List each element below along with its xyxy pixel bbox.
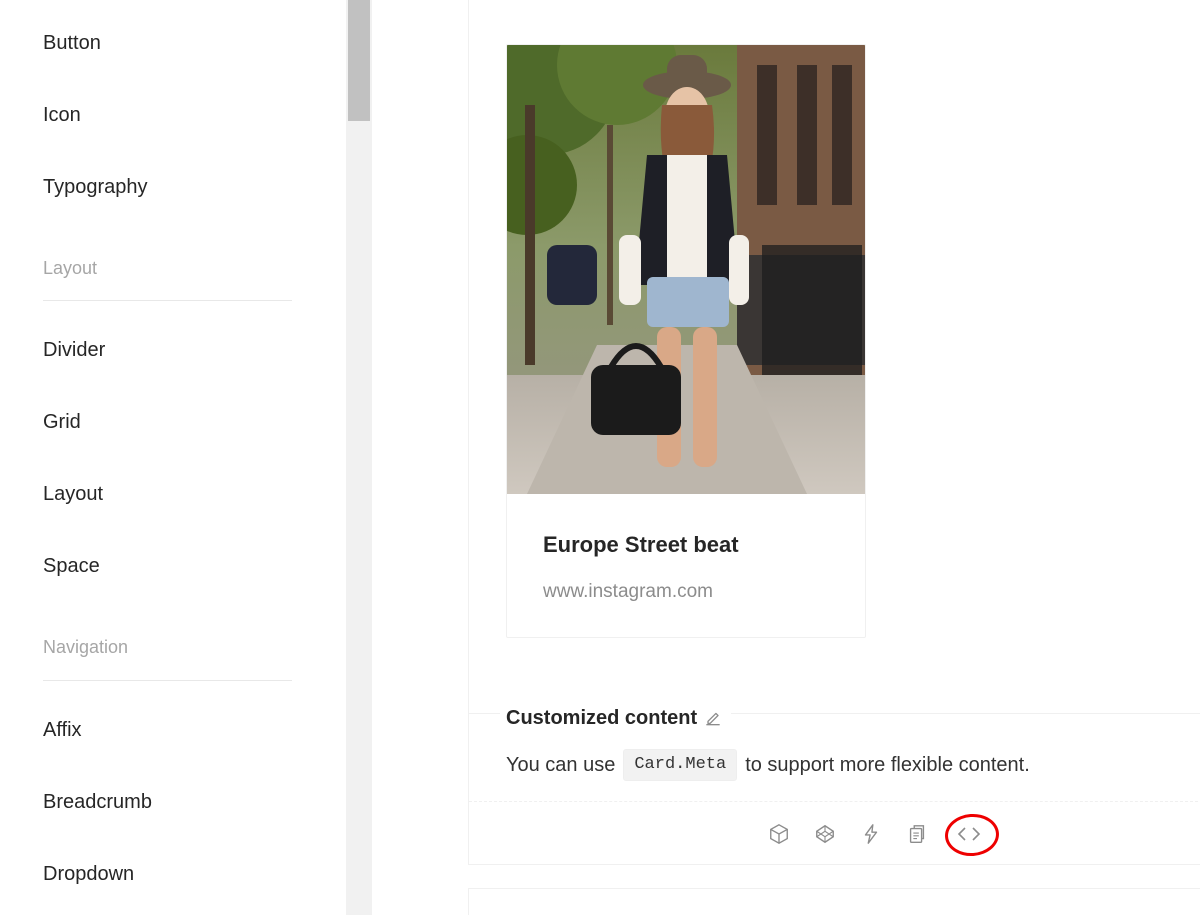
- group-divider: [43, 680, 292, 681]
- card-description: www.instagram.com: [543, 581, 713, 602]
- sidebar-item-button[interactable]: Button: [43, 31, 101, 55]
- card[interactable]: Europe Street beat www.instagram.com: [506, 44, 866, 638]
- sidebar-item-layout[interactable]: Layout: [43, 482, 103, 506]
- codesandbox-icon[interactable]: [767, 822, 791, 846]
- edit-icon[interactable]: [703, 708, 723, 728]
- actions-divider: [469, 801, 1200, 802]
- code-snippet: Card.Meta: [623, 749, 738, 781]
- stackblitz-icon[interactable]: [859, 822, 883, 846]
- code-expand-button[interactable]: [943, 812, 1001, 858]
- code-box-actions: [767, 812, 1001, 858]
- next-code-box: [468, 888, 1200, 915]
- sidebar-item-breadcrumb[interactable]: Breadcrumb: [43, 790, 152, 814]
- sidebar-item-grid[interactable]: Grid: [43, 410, 81, 434]
- group-divider: [43, 300, 292, 301]
- sidebar-item-space[interactable]: Space: [43, 554, 100, 578]
- meta-description: You can use Card.Meta to support more fl…: [506, 749, 1030, 781]
- sidebar-menu: Button Icon Typography Layout Divider Gr…: [0, 0, 346, 915]
- card-title: Europe Street beat: [543, 532, 739, 557]
- meta-desc-after: to support more flexible content.: [745, 754, 1030, 776]
- sidebar-group-navigation: Navigation: [43, 637, 129, 657]
- sidebar-item-icon[interactable]: Icon: [43, 103, 81, 127]
- sidebar-scrollbar-track[interactable]: [346, 0, 372, 915]
- sidebar-item-typography[interactable]: Typography: [43, 175, 148, 199]
- sidebar-item-divider[interactable]: Divider: [43, 338, 105, 362]
- copy-icon[interactable]: [905, 822, 929, 846]
- card-cover-image: [507, 45, 865, 494]
- sidebar-scrollbar-thumb[interactable]: [348, 0, 370, 121]
- main-content: Europe Street beat www.instagram.com Cus…: [372, 0, 1200, 915]
- meta-header: Customized content: [500, 704, 732, 732]
- codepen-icon[interactable]: [813, 822, 837, 846]
- sidebar-group-layout: Layout: [43, 258, 98, 278]
- sidebar-item-affix[interactable]: Affix: [43, 718, 82, 742]
- meta-desc-before: You can use: [506, 754, 616, 776]
- meta-title[interactable]: Customized content: [506, 704, 697, 732]
- sidebar-item-dropdown[interactable]: Dropdown: [43, 862, 134, 886]
